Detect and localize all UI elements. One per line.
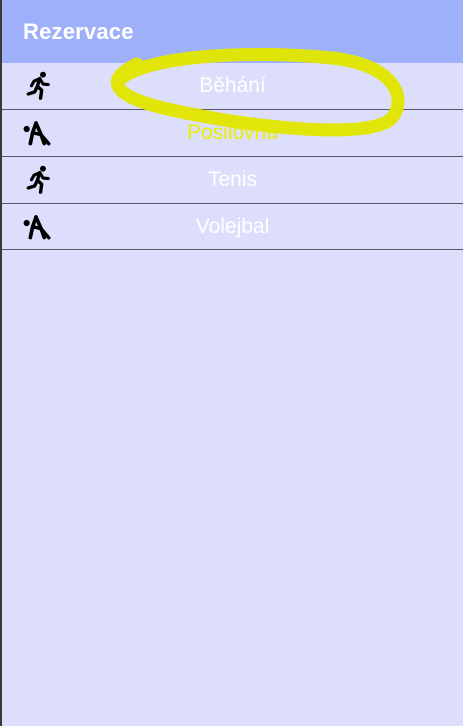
list-item-posilovna[interactable]: Posilovna xyxy=(2,110,463,157)
list-item-label: Posilovna xyxy=(186,121,279,144)
app-screen: Rezervace Běhání Posilovna Tenis Volejba… xyxy=(0,0,463,726)
app-bar: Rezervace xyxy=(2,0,463,63)
list-item-tenis[interactable]: Tenis xyxy=(2,157,463,204)
app-title: Rezervace xyxy=(23,18,134,44)
list-item-label: Běhání xyxy=(199,74,266,97)
list-item-label: Volejbal xyxy=(195,214,270,238)
list-item-volejbal[interactable]: Volejbal xyxy=(2,204,463,250)
list-item-behani[interactable]: Běhání xyxy=(2,63,463,110)
sport-list: Běhání Posilovna Tenis Volejbal xyxy=(2,63,463,250)
list-item-label: Tenis xyxy=(207,168,258,191)
